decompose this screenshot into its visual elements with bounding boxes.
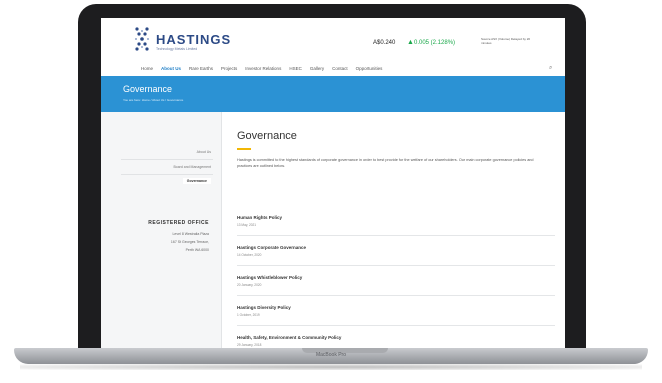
sidebar-item-about-us[interactable]: About Us [197, 150, 211, 154]
nav-item-contact[interactable]: Contact [332, 66, 348, 74]
policy-date: 20 January, 2020 [237, 283, 262, 287]
nav-item-hsec[interactable]: HSEC [289, 66, 302, 74]
site-header: HASTINGS Technology Metals Limited A$0.2… [101, 18, 565, 72]
page-title: Governance [237, 130, 297, 142]
office-address-line: Perth WA 6000 [185, 248, 209, 252]
policy-title[interactable]: Health, Safety, Environment & Community … [237, 335, 341, 340]
policy-item[interactable]: Hastings Whistleblower Policy 20 January… [237, 275, 555, 305]
policy-item[interactable]: Hastings Diversity Policy 1 October, 201… [237, 305, 555, 335]
stock-source-note: Source ASX (Volume) Delayed by 20 minute… [481, 37, 531, 45]
policy-date: 29 January, 2018 [237, 343, 262, 347]
policy-divider [237, 295, 555, 296]
up-arrow-icon: ▲ [407, 39, 414, 46]
intro-text: Hastings is committed to the highest sta… [237, 158, 534, 168]
policy-date: 13 May, 2021 [237, 223, 257, 227]
sidebar: About Us Board and Management Governance… [101, 112, 222, 348]
breadcrumb[interactable]: You are here: Home / About Us / Governan… [123, 98, 183, 102]
policy-title[interactable]: Hastings Diversity Policy [237, 305, 291, 310]
policy-divider [237, 235, 555, 236]
sidebar-divider [121, 174, 213, 175]
registered-office-heading: REGISTERED OFFICE [148, 220, 209, 226]
policy-item[interactable]: Health, Safety, Environment & Community … [237, 335, 555, 348]
laptop-base: MacBook Pro [14, 348, 648, 364]
nav-item-gallery[interactable]: Gallery [310, 66, 324, 74]
banner-title: Governance [123, 84, 173, 94]
policy-item[interactable]: Human Rights Policy 13 May, 2021 [237, 215, 555, 245]
sidebar-item-board-management[interactable]: Board and Management [173, 165, 211, 169]
policy-divider [237, 265, 555, 266]
sidebar-item-governance[interactable]: Governance [182, 178, 211, 184]
title-accent-rule [237, 148, 251, 150]
page-banner: Governance You are here: Home / About Us… [101, 76, 565, 112]
hastings-logo-icon[interactable] [133, 26, 151, 52]
device-label: MacBook Pro [315, 352, 346, 358]
stock-change: 0.005 (2.128%) [414, 40, 456, 46]
logo-name[interactable]: HASTINGS [156, 32, 231, 47]
sidebar-divider [121, 159, 213, 160]
nav-item-rare-earths[interactable]: Rare Earths [189, 66, 213, 74]
logo-tagline: Technology Metals Limited [156, 47, 198, 51]
search-icon[interactable]: ⌕ [549, 65, 552, 72]
policy-date: 1 October, 2019 [237, 313, 260, 317]
policy-title[interactable]: Human Rights Policy [237, 215, 282, 220]
laptop-shadow [20, 364, 642, 370]
nav-item-opportunities[interactable]: Opportunities [356, 66, 383, 74]
main-nav: Home About Us Rare Earths Projects Investor … [141, 66, 382, 74]
stock-price: A$0.240 [373, 40, 396, 46]
nav-item-investor-relations[interactable]: Investor Relations [245, 66, 281, 74]
nav-item-about-us[interactable]: About Us [161, 66, 181, 74]
policy-date: 14 October, 2020 [237, 253, 262, 257]
office-address-line: 167 St Georges Terrace, [170, 240, 209, 244]
main-content: Governance Hastings is committed to the … [221, 112, 565, 348]
nav-item-projects[interactable]: Projects [221, 66, 237, 74]
office-address-line: Level 8 Westralia Plaza [172, 232, 209, 236]
policy-title[interactable]: Hastings Corporate Governance [237, 245, 306, 250]
policy-divider [237, 325, 555, 326]
policy-title[interactable]: Hastings Whistleblower Policy [237, 275, 302, 280]
policy-item[interactable]: Hastings Corporate Governance 14 October… [237, 245, 555, 275]
nav-item-home[interactable]: Home [141, 66, 153, 74]
laptop-screen: HASTINGS Technology Metals Limited A$0.2… [101, 18, 565, 348]
